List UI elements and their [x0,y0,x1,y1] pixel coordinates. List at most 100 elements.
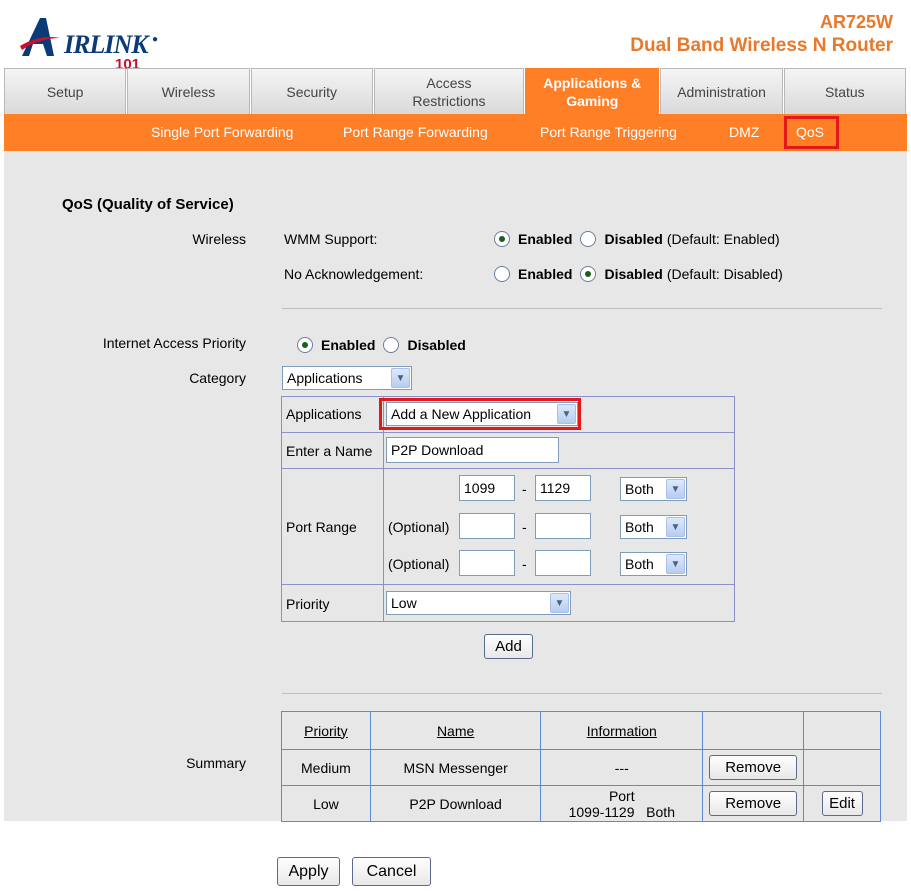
iap-disabled-radio[interactable] [383,337,400,353]
port1-start-input[interactable] [459,475,515,501]
summary-header-row: Priority Name Information [281,711,881,750]
header-blank-2 [803,711,881,750]
wmm-default-note: (Default: Enabled) [666,231,780,247]
port3-optional-label: (Optional) [388,556,450,572]
tab-wireless[interactable]: Wireless [127,68,250,114]
priority-select[interactable]: Low ▼ [386,591,571,615]
remove-button[interactable]: Remove [709,755,798,780]
internet-access-priority-label: Internet Access Priority [102,335,246,351]
edit-button[interactable]: Edit [821,791,863,816]
subnav-single-port-forwarding[interactable]: Single Port Forwarding [151,124,293,140]
port1-protocol-value: Both [625,481,654,497]
noack-disabled-label: Disabled [604,266,663,282]
row-remove-cell: Remove [702,749,805,786]
table-row: Low P2P Download Port 1099-1129 Both Rem… [281,785,881,822]
tab-administration[interactable]: Administration [660,68,783,114]
applications-label: Applications [286,406,362,422]
header-information: Information [540,711,704,750]
wmm-support-label: WMM Support: [284,231,378,247]
port2-dash: - [522,519,527,535]
apply-button[interactable]: Apply [277,857,340,886]
port2-optional-label: (Optional) [388,519,450,535]
tab-security[interactable]: Security [250,68,373,114]
category-select[interactable]: Applications ▼ [282,366,412,390]
port3-start-input[interactable] [459,550,515,576]
tab-setup[interactable]: Setup [4,68,127,114]
chevron-down-icon: ▼ [550,593,569,613]
wmm-radio-group: Enabled Disabled (Default: Enabled) [494,231,780,247]
add-button[interactable]: Add [484,634,533,659]
main-tabs: Setup Wireless Security Access Restricti… [4,68,907,114]
subnav-port-range-triggering[interactable]: Port Range Triggering [540,124,677,140]
header-priority: Priority [281,711,371,750]
wmm-disabled-label: Disabled [604,231,663,247]
port2-protocol-select[interactable]: Both ▼ [620,515,687,539]
subnav-port-range-forwarding[interactable]: Port Range Forwarding [343,124,488,140]
remove-button[interactable]: Remove [709,791,798,816]
logo-swoosh-icon [20,18,60,56]
row-edit-cell [803,749,881,786]
form-divider-h3 [281,584,735,585]
subnav-dmz[interactable]: DMZ [729,124,759,140]
port-range-label: Port Range [286,519,357,535]
qos-highlight-box [784,116,839,149]
no-ack-label: No Acknowledgement: [284,266,424,282]
chevron-down-icon: ▼ [666,479,685,499]
wmm-enabled-radio[interactable] [494,231,510,247]
noack-default-note: (Default: Disabled) [666,266,783,282]
header-name: Name [369,711,542,750]
enter-name-label: Enter a Name [286,443,373,459]
wmm-disabled-radio[interactable] [580,231,597,247]
form-divider-h2 [281,468,735,469]
wireless-label: Wireless [192,231,246,247]
logo-registered-icon: ● [152,34,159,45]
applications-highlight-box [379,398,581,430]
iap-enabled-label: Enabled [321,337,376,353]
tab-applications-gaming[interactable]: Applications & Gaming [525,68,660,114]
port1-dash: - [522,481,527,497]
row-priority: Low [281,785,371,822]
port3-dash: - [522,556,527,572]
tab-status[interactable]: Status [783,68,906,114]
category-value: Applications [287,370,363,386]
port1-end-input[interactable] [535,475,591,501]
port3-protocol-select[interactable]: Both ▼ [620,552,687,576]
row-edit-cell: Edit [803,785,881,822]
airlink-logo: IRLINK ● 101 [20,14,160,73]
product-name: Dual Band Wireless N Router [630,35,893,56]
table-row: Medium MSN Messenger --- Remove [281,749,881,786]
iap-radio-group: Enabled Disabled [297,337,474,353]
chevron-down-icon: ▼ [666,517,685,537]
name-input[interactable] [386,437,559,463]
summary-table: Priority Name Information Medium MSN Mes… [281,711,881,822]
row-name: MSN Messenger [369,749,542,786]
wmm-enabled-label: Enabled [518,231,573,247]
noack-enabled-label: Enabled [518,266,573,282]
port3-end-input[interactable] [535,550,591,576]
row-info-line1: Port [608,787,635,804]
chevron-down-icon: ▼ [391,368,410,388]
port3-protocol-value: Both [625,556,654,572]
row-info-line2: 1099-1129 Both [568,803,675,820]
row-priority: Medium [281,749,371,786]
tab-access-restrictions[interactable]: Access Restrictions [373,68,525,114]
sub-navigation: Single Port Forwarding Port Range Forwar… [4,114,907,151]
row-information: Port 1099-1129 Both [540,785,704,822]
iap-enabled-radio[interactable] [297,337,313,353]
port2-start-input[interactable] [459,513,515,539]
port2-protocol-value: Both [625,519,654,535]
port1-protocol-select[interactable]: Both ▼ [620,477,687,501]
noack-disabled-radio[interactable] [580,266,597,282]
priority-label: Priority [286,596,330,612]
form-divider-h1 [281,432,735,433]
cancel-button[interactable]: Cancel [352,857,431,886]
chevron-down-icon: ▼ [666,554,685,574]
noack-enabled-radio[interactable] [494,266,510,282]
divider-2 [282,693,882,694]
noack-radio-group: Enabled Disabled (Default: Disabled) [494,266,783,282]
row-information: --- [540,749,704,786]
port2-end-input[interactable] [535,513,591,539]
row-remove-cell: Remove [702,785,805,822]
summary-label: Summary [186,755,246,771]
row-name: P2P Download [369,785,542,822]
